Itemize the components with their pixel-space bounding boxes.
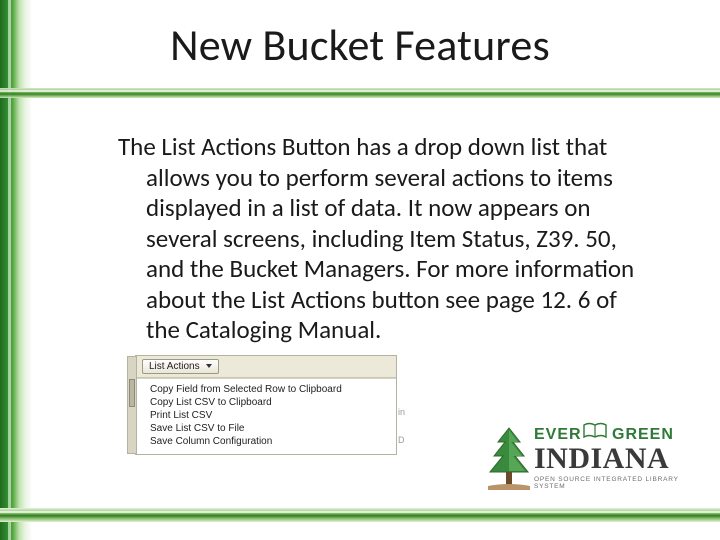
menu-item[interactable]: Save Column Configuration [136,435,396,448]
slide-title: New Bucket Features [0,18,720,72]
bottom-rule [0,508,720,522]
menu-item[interactable]: Save List CSV to File [136,422,396,435]
evergreen-indiana-logo: EVER GREEN INDIANA OPEN SOURCE INTEGRATE… [482,420,682,498]
book-icon [582,422,608,440]
logo-indiana: INDIANA [534,442,669,476]
list-actions-menu: Copy Field from Selected Row to Clipboar… [136,378,396,454]
menu-item[interactable]: Copy Field from Selected Row to Clipboar… [136,383,396,396]
logo-tagline: OPEN SOURCE INTEGRATED LIBRARY SYSTEM [534,476,682,490]
body-paragraph: The List Actions Button has a drop down … [118,132,638,346]
scrollbar[interactable] [127,356,137,454]
menu-item[interactable]: Copy List CSV to Clipboard [136,396,396,409]
left-decoration [0,0,32,540]
body-text: The List Actions Button has a drop down … [118,132,638,346]
top-rule [0,88,720,98]
list-actions-label: List Actions [149,361,200,372]
tree-icon [482,426,536,492]
list-actions-button[interactable]: List Actions [142,359,219,374]
cropped-text: in D [398,398,410,454]
list-actions-screenshot: List Actions Copy Field from Selected Ro… [135,355,397,455]
menu-item[interactable]: Print List CSV [136,409,396,422]
toolbar: List Actions [136,356,396,378]
scroll-thumb[interactable] [129,379,135,407]
chevron-down-icon [206,364,212,368]
slide: New Bucket Features The List Actions But… [0,0,720,540]
